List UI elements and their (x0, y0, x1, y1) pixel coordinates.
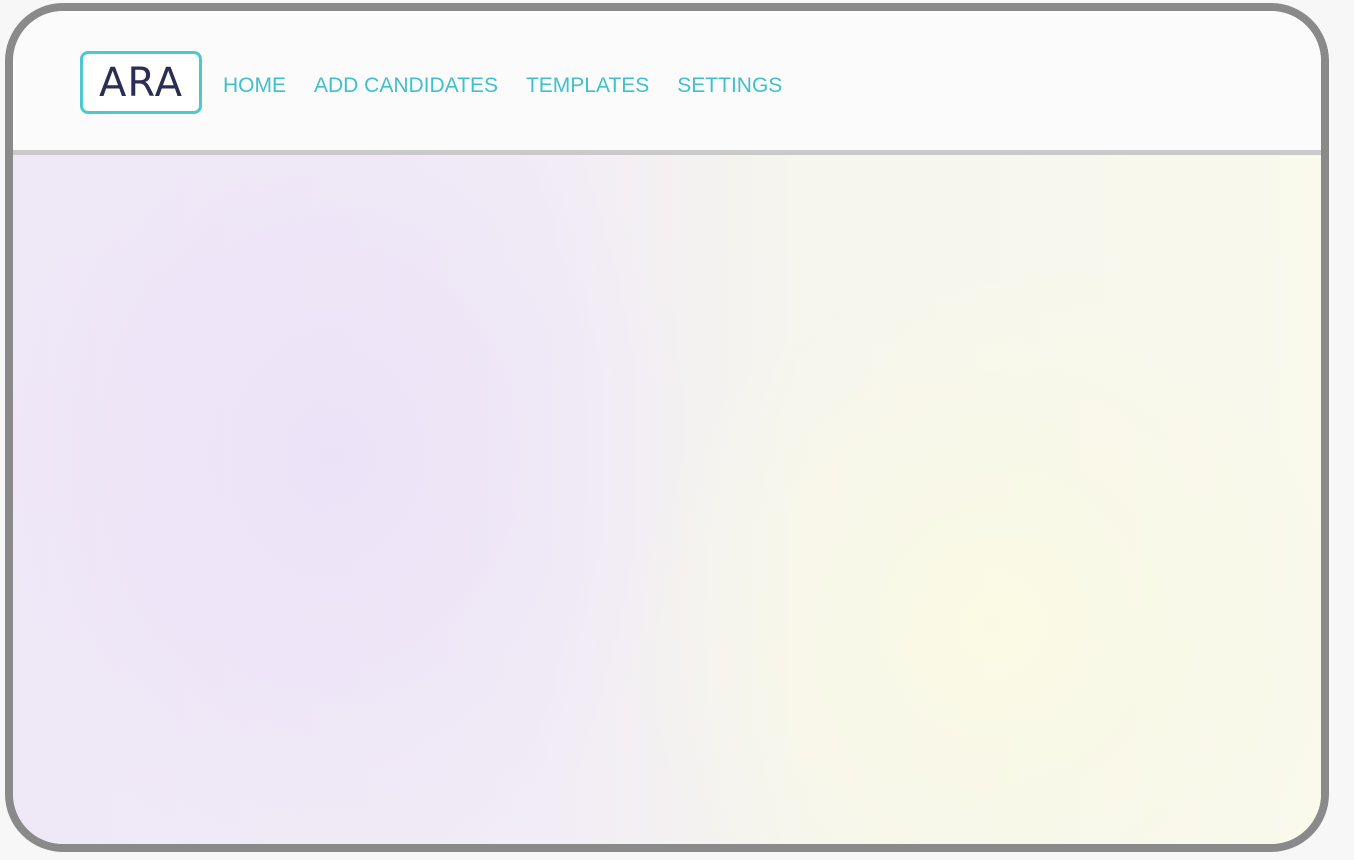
ara-logo[interactable]: ARA (80, 51, 202, 114)
nav-home[interactable]: HOME (223, 73, 286, 98)
nav-settings[interactable]: SETTINGS (677, 73, 782, 98)
app-window: ARA HOME ADD CANDIDATES TEMPLATES SETTIN… (5, 3, 1329, 852)
nav-templates[interactable]: TEMPLATES (526, 73, 649, 98)
top-header: ARA HOME ADD CANDIDATES TEMPLATES SETTIN… (13, 11, 1321, 155)
logo-text: ARA (99, 59, 183, 106)
nav-add-candidates[interactable]: ADD CANDIDATES (314, 73, 498, 98)
main-content-area (13, 155, 1321, 844)
main-nav: HOME ADD CANDIDATES TEMPLATES SETTINGS (223, 73, 810, 98)
